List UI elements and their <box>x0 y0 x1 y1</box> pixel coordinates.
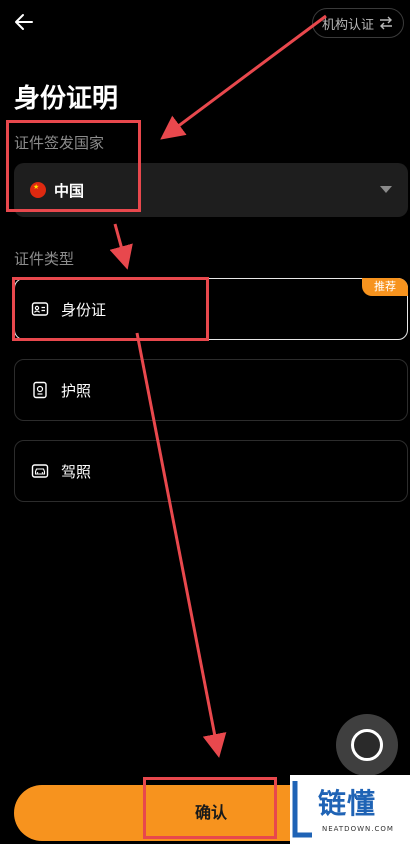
recommended-badge: 推荐 <box>362 278 408 296</box>
document-type-label: 证件类型 <box>14 250 75 268</box>
option-id-card[interactable]: 身份证 推荐 <box>14 278 408 340</box>
option-driver-license[interactable]: 驾照 <box>14 440 408 502</box>
caret-down-icon <box>380 186 392 193</box>
passport-icon <box>33 381 47 399</box>
country-select[interactable]: ★ 中国 <box>14 163 408 217</box>
id-card-icon <box>31 302 49 316</box>
watermark-url: NEATDOWN.COM <box>322 825 394 833</box>
id-card-label: 身份证 <box>61 301 107 319</box>
selected-country: 中国 <box>54 182 85 200</box>
option-passport[interactable]: 护照 <box>14 359 408 421</box>
arrow-left-icon <box>15 14 33 30</box>
swap-arrows-icon <box>380 16 392 30</box>
watermark-logo-icon <box>292 781 312 838</box>
back-button[interactable] <box>12 10 36 34</box>
annotation-arrow-2 <box>109 223 133 270</box>
annotation-layer <box>0 0 410 844</box>
issuing-country-label: 证件签发国家 <box>14 134 105 152</box>
china-flag-icon: ★ <box>30 182 46 198</box>
watermark-brand: 链懂 <box>318 787 377 820</box>
annotation-arrows <box>109 14 327 758</box>
driver-license-icon <box>31 464 49 478</box>
assistive-touch-icon <box>351 729 383 761</box>
watermark: 链懂 NEATDOWN.COM <box>290 775 410 844</box>
page-title: 身份证明 <box>14 84 119 114</box>
driver-license-label: 驾照 <box>61 463 92 481</box>
institution-verify-button[interactable]: 机构认证 <box>312 8 404 38</box>
institution-verify-label: 机构认证 <box>321 17 374 33</box>
assistive-touch-button[interactable] <box>336 714 398 776</box>
annotation-arrow-1 <box>160 14 327 140</box>
passport-label: 护照 <box>61 382 92 400</box>
